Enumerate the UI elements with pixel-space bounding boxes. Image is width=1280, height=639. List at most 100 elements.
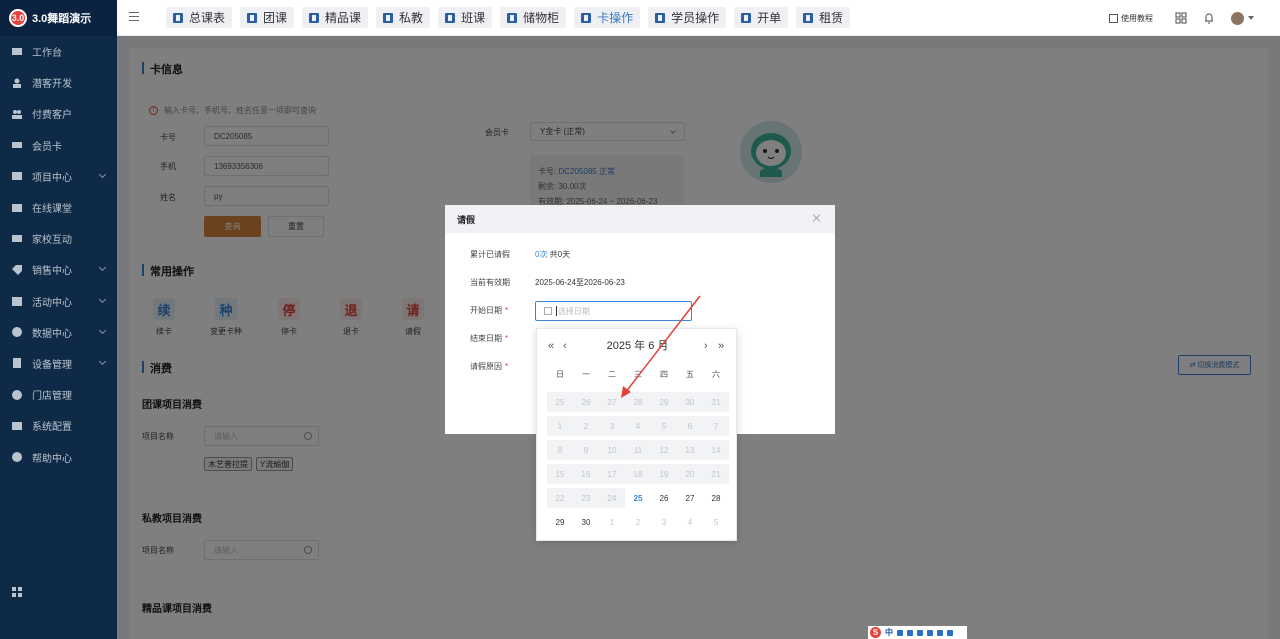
calendar-row: 22 23 24 25 26 27 28 (547, 486, 729, 510)
start-date-input[interactable]: 选择日期 (535, 301, 692, 321)
calendar-day: 17 (599, 464, 625, 484)
topnav-tab-6[interactable]: 卡操作 (574, 7, 641, 28)
chevron-down-icon (98, 170, 107, 178)
next-month-icon[interactable]: › (704, 338, 708, 354)
calendar-day: 21 (703, 464, 729, 484)
sidebar-item-8[interactable]: 活动中心 (0, 286, 117, 317)
sidebar-item-12[interactable]: 系统配置 (0, 410, 117, 441)
topnav-tab-9[interactable]: 租赁 (796, 7, 851, 28)
close-icon[interactable] (813, 214, 821, 222)
sidebar-item-13[interactable]: 帮助中心 (0, 441, 117, 472)
calendar-day: 5 (651, 416, 677, 436)
menu-toggle-icon[interactable] (129, 12, 139, 21)
calendar-day[interactable]: 3 (651, 512, 677, 532)
sidebar-item-0[interactable]: 工作台 (0, 36, 117, 67)
sidebar-item-1[interactable]: 潜客开发 (0, 67, 117, 98)
monitor-icon (12, 47, 22, 57)
topnav-tab-8[interactable]: 开单 (734, 7, 789, 28)
sidebar-item-label: 项目中心 (32, 172, 72, 184)
help-label: 使用教程 (1121, 13, 1153, 23)
card-icon (12, 140, 22, 150)
sidebar-item-10[interactable]: 设备管理 (0, 348, 117, 379)
sidebar-item-11[interactable]: 门店管理 (0, 379, 117, 410)
ime-mode[interactable]: 中 (885, 627, 893, 638)
dialog-header: 请假 (445, 205, 835, 233)
calendar-day[interactable]: 4 (677, 512, 703, 532)
topnav-tab-7[interactable]: 学员操作 (648, 7, 727, 28)
tab-icon (741, 12, 752, 23)
topnav-tab-4[interactable]: 班课 (438, 7, 493, 28)
user-avatar[interactable] (1231, 11, 1244, 25)
sidebar-item-4[interactable]: 项目中心 (0, 161, 117, 192)
ime-toolbar[interactable]: S 中 (868, 626, 967, 639)
ime-skin-icon[interactable] (927, 629, 933, 636)
calendar-day[interactable]: 1 (599, 512, 625, 532)
video-icon (12, 203, 22, 213)
required-mark: * (505, 362, 509, 371)
help-tutorial-link[interactable]: 使用教程 (1109, 13, 1153, 24)
calendar-day: 19 (651, 464, 677, 484)
calendar-day[interactable]: 26 (651, 488, 677, 508)
calendar-row: 25 26 27 28 29 30 31 (547, 390, 729, 414)
weekday-label: 三 (634, 370, 642, 379)
chat-icon (12, 234, 22, 244)
weekday-label: 日 (556, 370, 564, 379)
ime-menu-icon[interactable] (947, 629, 953, 636)
sidebar-item-6[interactable]: 家校互动 (0, 223, 117, 254)
accum-leave-count[interactable]: 0次 (535, 250, 547, 259)
accum-leave-days: 共0天 (547, 250, 571, 259)
topnav-tab-label: 租赁 (819, 11, 844, 25)
apps-icon[interactable] (1175, 12, 1187, 24)
chevron-down-icon (98, 357, 107, 365)
topnav-tab-label: 储物柜 (523, 11, 560, 25)
calendar-row: 15 16 17 18 19 20 21 (547, 462, 729, 486)
calendar-day[interactable]: 28 (703, 488, 729, 508)
sidebar-item-7[interactable]: 销售中心 (0, 254, 117, 285)
grid-icon[interactable] (12, 586, 22, 597)
top-bar: 总课表 团课 精品课 私教 班课 储物柜 卡操作 学员操作 开单 租赁 使用教程 (117, 0, 1280, 36)
sidebar-item-2[interactable]: 付费客户 (0, 98, 117, 129)
sidebar-item-label: 帮助中心 (32, 453, 72, 465)
sidebar-item-label: 付费客户 (32, 110, 72, 122)
calendar-day[interactable]: 5 (703, 512, 729, 532)
sidebar-item-9[interactable]: 数据中心 (0, 317, 117, 348)
topnav-tab-0[interactable]: 总课表 (166, 7, 233, 28)
calendar-day: 13 (677, 440, 703, 460)
next-year-icon[interactable]: » (718, 338, 724, 354)
calendar-day[interactable]: 29 (547, 512, 573, 532)
calendar-day[interactable]: 2 (625, 512, 651, 532)
tab-icon (655, 12, 666, 23)
calendar-day[interactable]: 30 (573, 512, 599, 532)
sidebar-item-5[interactable]: 在线课堂 (0, 192, 117, 223)
topnav-tab-label: 私教 (399, 11, 424, 25)
app-logo[interactable]: 3.0 3.0舞蹈演示 (0, 0, 117, 36)
tab-icon (445, 12, 456, 23)
help-icon (12, 452, 22, 463)
accum-leave-value: 0次 共0天 (535, 249, 570, 260)
topnav-tab-5[interactable]: 储物柜 (500, 7, 567, 28)
topnav-tab-3[interactable]: 私教 (376, 7, 431, 28)
calendar-day[interactable]: 25 (625, 488, 651, 508)
chevron-down-icon[interactable] (1248, 16, 1254, 20)
ime-keyboard-icon[interactable] (917, 629, 923, 636)
store-icon (12, 389, 22, 400)
topnav-tab-1[interactable]: 团课 (240, 7, 295, 28)
ime-tools-icon[interactable] (937, 629, 943, 636)
tab-icon (383, 12, 394, 23)
calendar-day: 3 (599, 416, 625, 436)
calendar-day: 22 (547, 488, 573, 508)
reason-label-text: 请假原因 (470, 362, 502, 371)
sidebar-item-3[interactable]: 会员卡 (0, 130, 117, 161)
ime-mic-icon[interactable] (907, 629, 913, 636)
reason-label: 请假原因 * (470, 361, 508, 372)
tab-icon (247, 12, 258, 23)
topnav-tab-2[interactable]: 精品课 (302, 7, 369, 28)
sidebar-menu: 工作台 潜客开发付费客户会员卡项目中心在线课堂 家校互动 销售中心 活动中心数据中心设备… (0, 36, 117, 473)
calendar-day[interactable]: 27 (677, 488, 703, 508)
bell-icon[interactable] (1203, 12, 1215, 24)
ime-punct-icon[interactable] (897, 629, 903, 636)
calendar-day: 4 (625, 416, 651, 436)
sidebar-item-label: 数据中心 (32, 328, 72, 340)
calendar-day: 15 (547, 464, 573, 484)
calendar-day: 25 (547, 392, 573, 412)
